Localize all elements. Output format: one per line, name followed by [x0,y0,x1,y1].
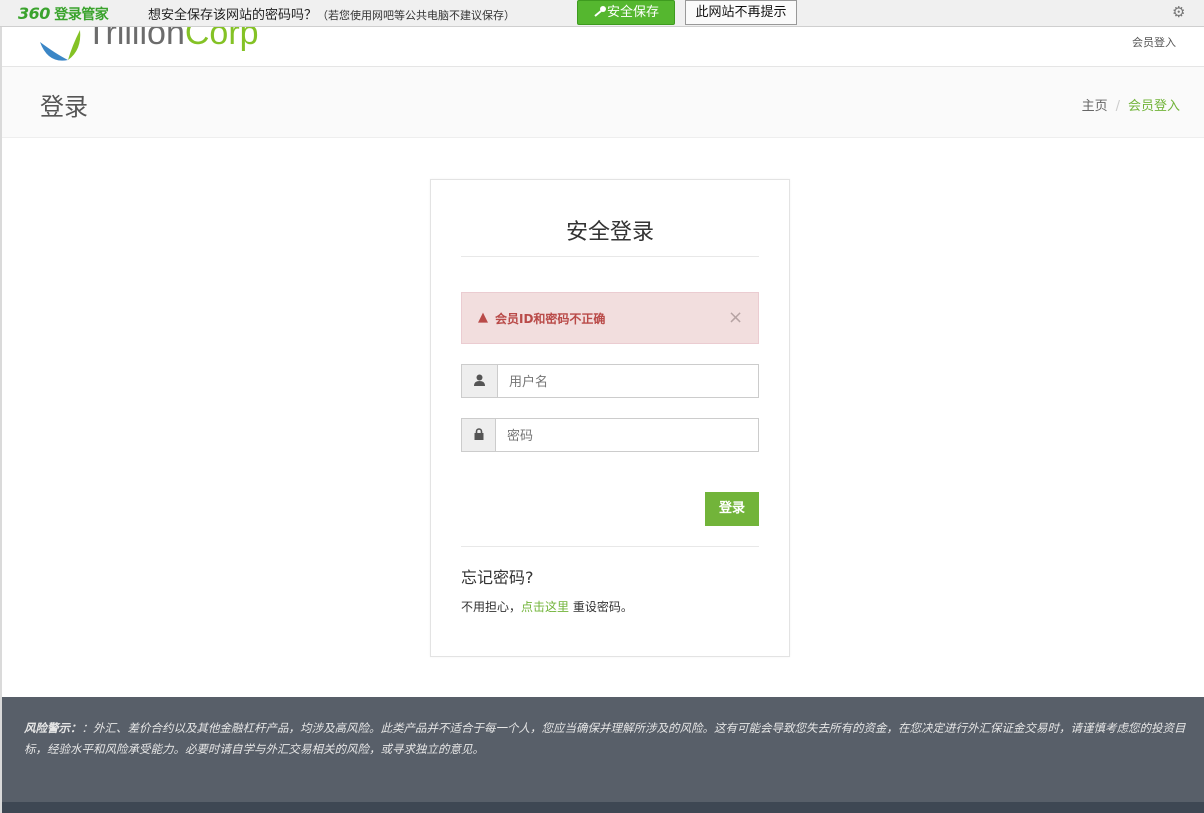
save-password-question: 想安全保存该网站的密码吗？（若您使用网吧等公共电脑不建议保存） [148,4,515,23]
risk-warning-text: 风险警示：：外汇、差价合约以及其他金融杠杆产品，均涉及高风险。此类产品并不适合于… [24,721,1186,756]
divider [461,546,759,547]
never-prompt-button[interactable]: 此网站不再提示 [685,0,797,25]
username-field [461,364,759,398]
save-question-text: 想安全保存该网站的密码吗？ [148,8,318,23]
360-logo: 360 登录管家 [18,4,109,23]
breadcrumb: 主页 / 会员登入 [1082,95,1180,114]
left-border [0,26,2,813]
gear-icon[interactable]: ⚙ [1172,3,1185,21]
page-title-bar: 登录 主页 / 会员登入 [2,67,1204,138]
page-title: 登录 [40,93,88,121]
reset-help-text: 不用担心，点击这里 重设密码。 [461,600,633,614]
breadcrumb-home[interactable]: 主页 [1082,99,1108,114]
risk-warning-footer: 风险警示：：外汇、差价合约以及其他金融杠杆产品，均涉及高风险。此类产品并不适合于… [2,697,1204,802]
leaf-logo-icon [40,30,81,61]
error-message: 会员ID和密码不正确 [495,312,606,326]
breadcrumb-current: 会员登入 [1127,99,1180,114]
reset-password-link[interactable]: 点击这里 [521,600,569,614]
site-header: TrillionCorp 会员登入 [2,26,1204,67]
safe-save-button[interactable]: 安全保存 [577,0,675,25]
risk-warning-label: 风险警示： [24,721,82,735]
password-field [461,418,759,452]
warning-icon: ▲ [478,310,488,325]
error-alert: ▲ 会员ID和密码不正确 × [461,292,759,344]
footer-bottom-bar [2,802,1204,813]
login-button[interactable]: 登录 [705,492,759,526]
breadcrumb-separator: / [1115,99,1120,114]
login-title: 安全登录 [565,220,654,245]
close-icon[interactable]: × [728,307,743,328]
password-save-bar: 360 登录管家 想安全保存该网站的密码吗？（若您使用网吧等公共电脑不建议保存）… [0,0,1204,27]
key-icon [594,6,606,17]
login-panel: 安全登录 ▲ 会员ID和密码不正确 × 登录 忘记密码? 不用担心，点击这里 重… [430,179,790,657]
member-login-link[interactable]: 会员登入 [1132,34,1176,50]
password-input[interactable] [495,419,758,451]
lock-icon [462,419,496,451]
username-input[interactable] [497,365,758,397]
user-icon [462,365,498,397]
divider [461,256,759,257]
forgot-password-heading: 忘记密码? [461,568,534,587]
save-question-hint: （若您使用网吧等公共电脑不建议保存） [317,9,516,22]
